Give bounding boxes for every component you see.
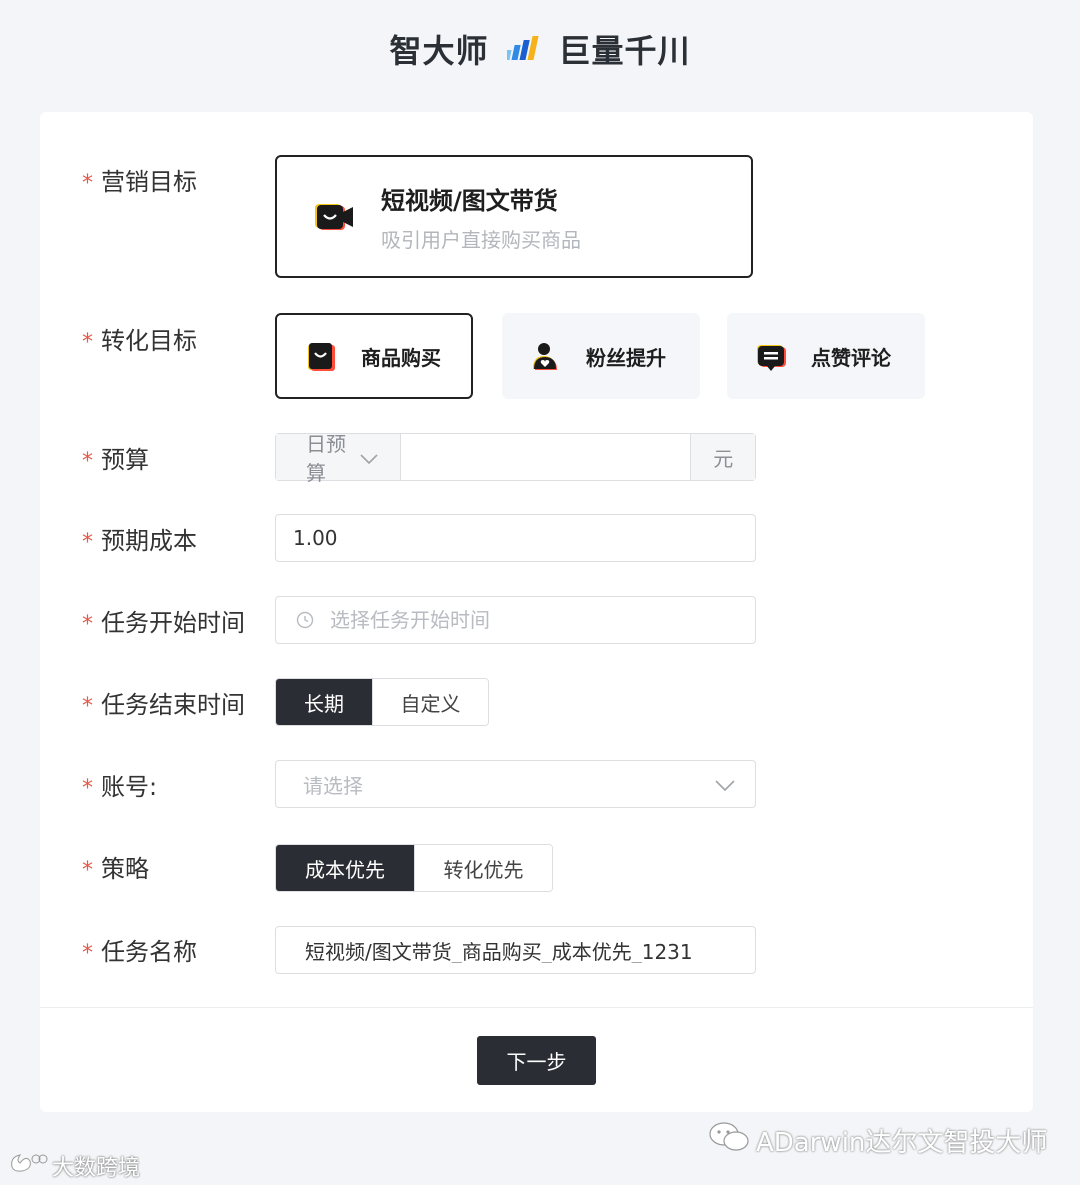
strategy-label: * 策略 [82,849,149,884]
budget-unit: 元 [690,434,755,480]
marketing-goal-title: 短视频/图文带货 [381,186,558,215]
conversion-option-label: 粉丝提升 [586,345,666,370]
marketing-goal-label-text: 营销目标 [101,168,197,196]
start-time-input[interactable] [328,607,755,633]
brand-left-title: 智大师 [389,32,489,70]
campaign-form-card: * 营销目标 短视频/图文带货 吸引用户直接购买商品 * 转化目标 商品购买 粉… [40,112,1033,1112]
end-time-label: * 任务结束时间 [82,685,245,720]
watermark-left-text: 大数跨境 [52,1156,141,1181]
start-time-label: * 任务开始时间 [82,603,245,638]
watermark-left: 大数跨境 [8,1150,140,1182]
strategy-label-text: 策略 [101,855,149,883]
brand-right-title: 巨量千川 [558,32,691,70]
marketing-goal-label: * 营销目标 [82,162,197,197]
conversion-option-purchase[interactable]: 商品购买 [275,313,473,399]
budget-type-select[interactable]: 日预算 [276,432,402,485]
weibo-logo-icon [8,1151,48,1181]
user-heart-icon [530,340,562,372]
expected-cost-field [275,514,756,562]
expected-cost-label-text: 预期成本 [101,527,197,555]
clock-icon [296,611,314,629]
bar-chart-logo-icon [506,32,541,66]
strategy-option-conversion-first[interactable]: 转化优先 [414,845,552,891]
conversion-option-label: 商品购买 [361,345,441,370]
required-mark: * [82,530,93,555]
conversion-goal-label-text: 转化目标 [101,327,197,355]
shopping-bag-icon [305,340,337,372]
end-time-toggle: 长期 自定义 [275,678,489,726]
required-mark: * [82,612,93,637]
end-time-label-text: 任务结束时间 [101,691,245,719]
task-name-field [275,926,756,974]
required-mark: * [82,776,93,801]
budget-label-text: 预算 [101,446,149,474]
chevron-down-icon [360,445,379,469]
end-time-option-long-term[interactable]: 长期 [276,679,373,725]
start-time-label-text: 任务开始时间 [101,609,245,637]
strategy-option-cost-first[interactable]: 成本优先 [276,845,414,891]
budget-input-group: 日预算 元 [275,432,756,485]
next-step-button[interactable]: 下一步 [477,1036,596,1085]
wechat-logo-icon [708,1120,750,1161]
chevron-down-icon [715,772,735,796]
conversion-option-fans[interactable]: 粉丝提升 [502,313,700,399]
required-mark: * [82,858,93,883]
budget-type-value: 日预算 [306,432,346,485]
app-header: 智大师 巨量千川 [0,26,1080,72]
conversion-option-likes[interactable]: 点赞评论 [727,313,925,399]
required-mark: * [82,171,93,196]
account-select[interactable]: 请选择 [275,760,756,808]
marketing-goal-option-video[interactable]: 短视频/图文带货 吸引用户直接购买商品 [275,155,753,278]
conversion-goal-label: * 转化目标 [82,321,197,356]
watermark-right: ADarwin达尔文智投大师 [708,1120,1047,1161]
watermark-right-text: ADarwin达尔文智投大师 [756,1128,1048,1158]
account-label-text: 账号: [101,773,158,801]
expected-cost-label: * 预期成本 [82,521,197,556]
marketing-goal-desc: 吸引用户直接购买商品 [381,227,581,252]
required-mark: * [82,941,93,966]
required-mark: * [82,694,93,719]
expected-cost-input[interactable] [291,525,755,551]
budget-label: * 预算 [82,440,149,475]
required-mark: * [82,449,93,474]
video-camera-icon [311,194,357,240]
comment-icon [755,340,787,372]
task-name-input[interactable] [303,937,755,963]
footer-divider [40,1007,1033,1008]
required-mark: * [82,330,93,355]
strategy-toggle: 成本优先 转化优先 [275,844,553,892]
task-name-label-text: 任务名称 [101,938,197,966]
account-label: * 账号: [82,767,157,802]
budget-amount-input[interactable] [401,434,691,480]
task-name-label: * 任务名称 [82,932,197,967]
conversion-option-label: 点赞评论 [811,345,891,370]
start-time-field[interactable] [275,596,756,644]
end-time-option-custom[interactable]: 自定义 [372,679,488,725]
account-placeholder: 请选择 [303,773,363,798]
